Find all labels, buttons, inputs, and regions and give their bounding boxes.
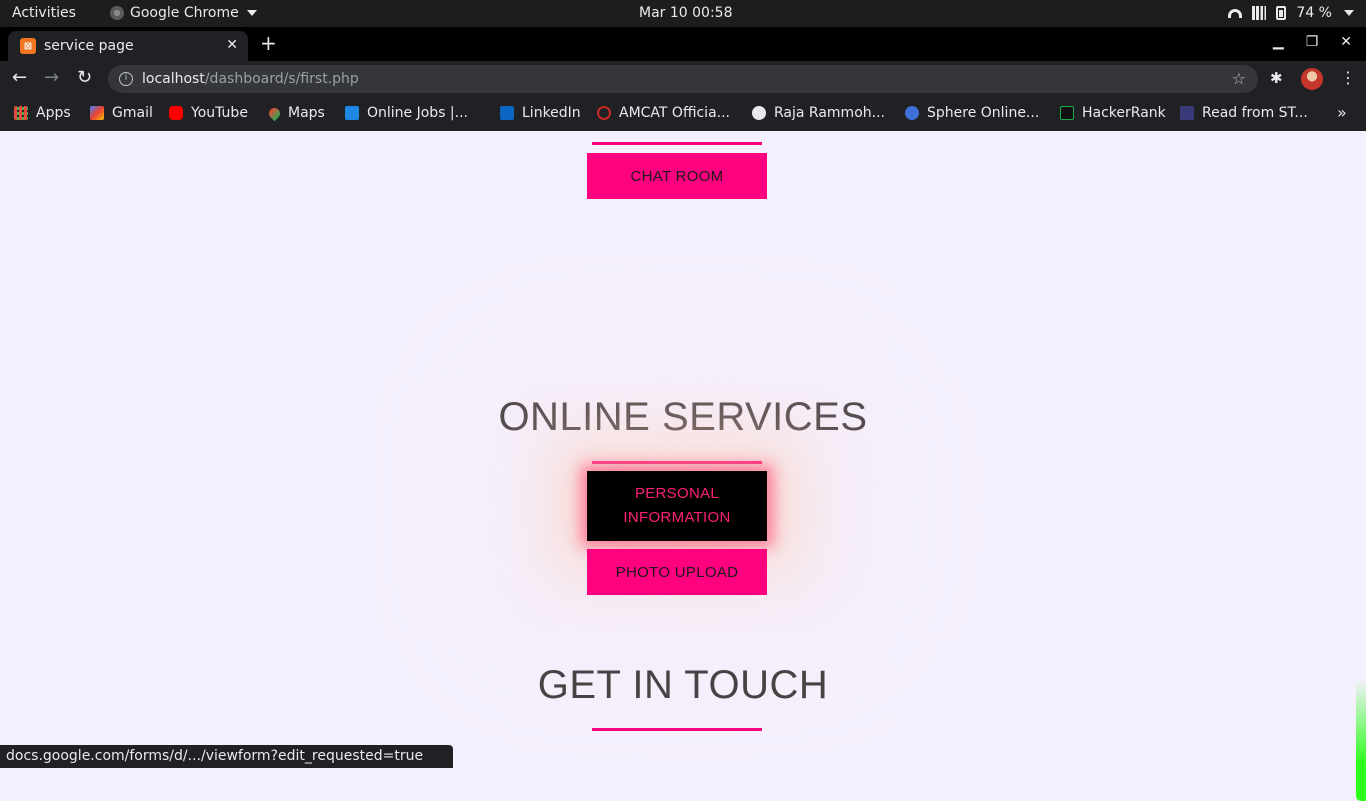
bookmark-online-jobs[interactable]: Online Jobs |... (345, 105, 468, 121)
chevron-down-icon (1344, 10, 1354, 16)
reload-icon[interactable]: ↻ (77, 68, 92, 88)
battery-percent: 74 % (1296, 5, 1332, 21)
bookmark-youtube[interactable]: YouTube (169, 105, 248, 121)
online-services-heading: ONLINE SERVICES (498, 395, 868, 439)
restore-icon[interactable]: ❐ (1306, 34, 1319, 50)
tab-strip: ⊠ service page ✕ + ▁ ❐ ✕ (0, 27, 1366, 61)
bookmark-linkedin[interactable]: LinkedIn (500, 105, 581, 121)
url-path: /dashboard/s/first.php (204, 71, 359, 87)
photo-upload-button[interactable]: PHOTO UPLOAD (587, 549, 767, 595)
chat-room-button[interactable]: CHAT ROOM (587, 153, 767, 199)
bookmark-maps[interactable]: Maps (266, 105, 325, 121)
bookmark-star-icon[interactable]: ☆ (1232, 69, 1246, 88)
system-tray[interactable]: 74 % (1228, 5, 1354, 21)
tab-title: service page (44, 38, 134, 54)
url-host: localhost (142, 71, 205, 87)
get-in-touch-heading: GET IN TOUCH (537, 663, 829, 707)
bookmark-read-from-st[interactable]: Read from ST... (1180, 105, 1308, 121)
xampp-favicon-icon: ⊠ (20, 38, 36, 54)
youtube-icon (169, 106, 183, 120)
app-menu[interactable]: Google Chrome (110, 5, 257, 21)
linkedin-icon (500, 106, 514, 120)
apps-grid-icon (14, 106, 28, 120)
amcat-icon (597, 106, 611, 120)
activities-button[interactable]: Activities (12, 5, 76, 21)
page-content: CHAT ROOM ONLINE SERVICES PERSONAL INFOR… (0, 131, 1366, 801)
bookmark-amcat[interactable]: AMCAT Officia... (597, 105, 730, 121)
bookmark-gmail[interactable]: Gmail (90, 105, 153, 121)
new-tab-button[interactable]: + (260, 33, 277, 53)
tab-service-page[interactable]: ⊠ service page ✕ (8, 31, 248, 61)
chevron-down-icon (246, 10, 257, 16)
volume-icon (1252, 6, 1267, 20)
bookmarks-bar: Apps Gmail YouTube Maps Online Jobs |...… (0, 97, 1366, 131)
divider-line (592, 728, 762, 731)
close-tab-icon[interactable]: ✕ (226, 37, 238, 53)
divider-line (592, 461, 762, 464)
back-icon[interactable]: ← (12, 68, 27, 88)
address-bar[interactable]: i localhost/dashboard/s/first.php ☆ (108, 65, 1258, 93)
window-controls: ▁ ❐ ✕ (1273, 34, 1352, 50)
bookmark-sphere-online[interactable]: Sphere Online... (905, 105, 1039, 121)
scrollbar-thumb[interactable] (1356, 679, 1366, 801)
sphere-icon (905, 106, 919, 120)
battery-icon (1276, 6, 1287, 20)
browser-toolbar: ← → ↻ i localhost/dashboard/s/first.php … (0, 61, 1366, 97)
personal-information-button[interactable]: PERSONAL INFORMATION (587, 471, 767, 541)
app-name: Google Chrome (130, 5, 239, 21)
bookmark-apps[interactable]: Apps (14, 105, 71, 121)
hackerrank-icon (1060, 106, 1074, 120)
wifi-icon (1228, 8, 1243, 18)
forward-icon[interactable]: → (44, 68, 59, 88)
link-status-bar: docs.google.com/forms/d/.../viewform?edi… (0, 745, 453, 768)
more-bookmarks-icon[interactable]: » (1337, 103, 1347, 122)
site-info-icon[interactable]: i (119, 72, 133, 86)
kebab-menu-icon[interactable]: ⋮ (1340, 68, 1356, 88)
extensions-puzzle-icon[interactable]: ✱ (1270, 69, 1283, 87)
minimize-icon[interactable]: ▁ (1273, 34, 1284, 50)
close-window-icon[interactable]: ✕ (1340, 34, 1352, 50)
clock[interactable]: Mar 10 00:58 (639, 5, 732, 21)
gmail-icon (90, 106, 104, 120)
system-top-bar: Activities Google Chrome Mar 10 00:58 74… (0, 0, 1366, 27)
bookmark-raja-rammohun[interactable]: Raja Rammoh... (752, 105, 885, 121)
bookmark-hackerrank[interactable]: HackerRank (1060, 105, 1166, 121)
globe-icon (752, 106, 766, 120)
profile-avatar[interactable] (1301, 68, 1323, 90)
read-icon (1180, 106, 1194, 120)
chrome-icon (110, 6, 124, 20)
maps-pin-icon (266, 105, 283, 121)
divider-line (592, 142, 762, 145)
online-jobs-icon (345, 106, 359, 120)
